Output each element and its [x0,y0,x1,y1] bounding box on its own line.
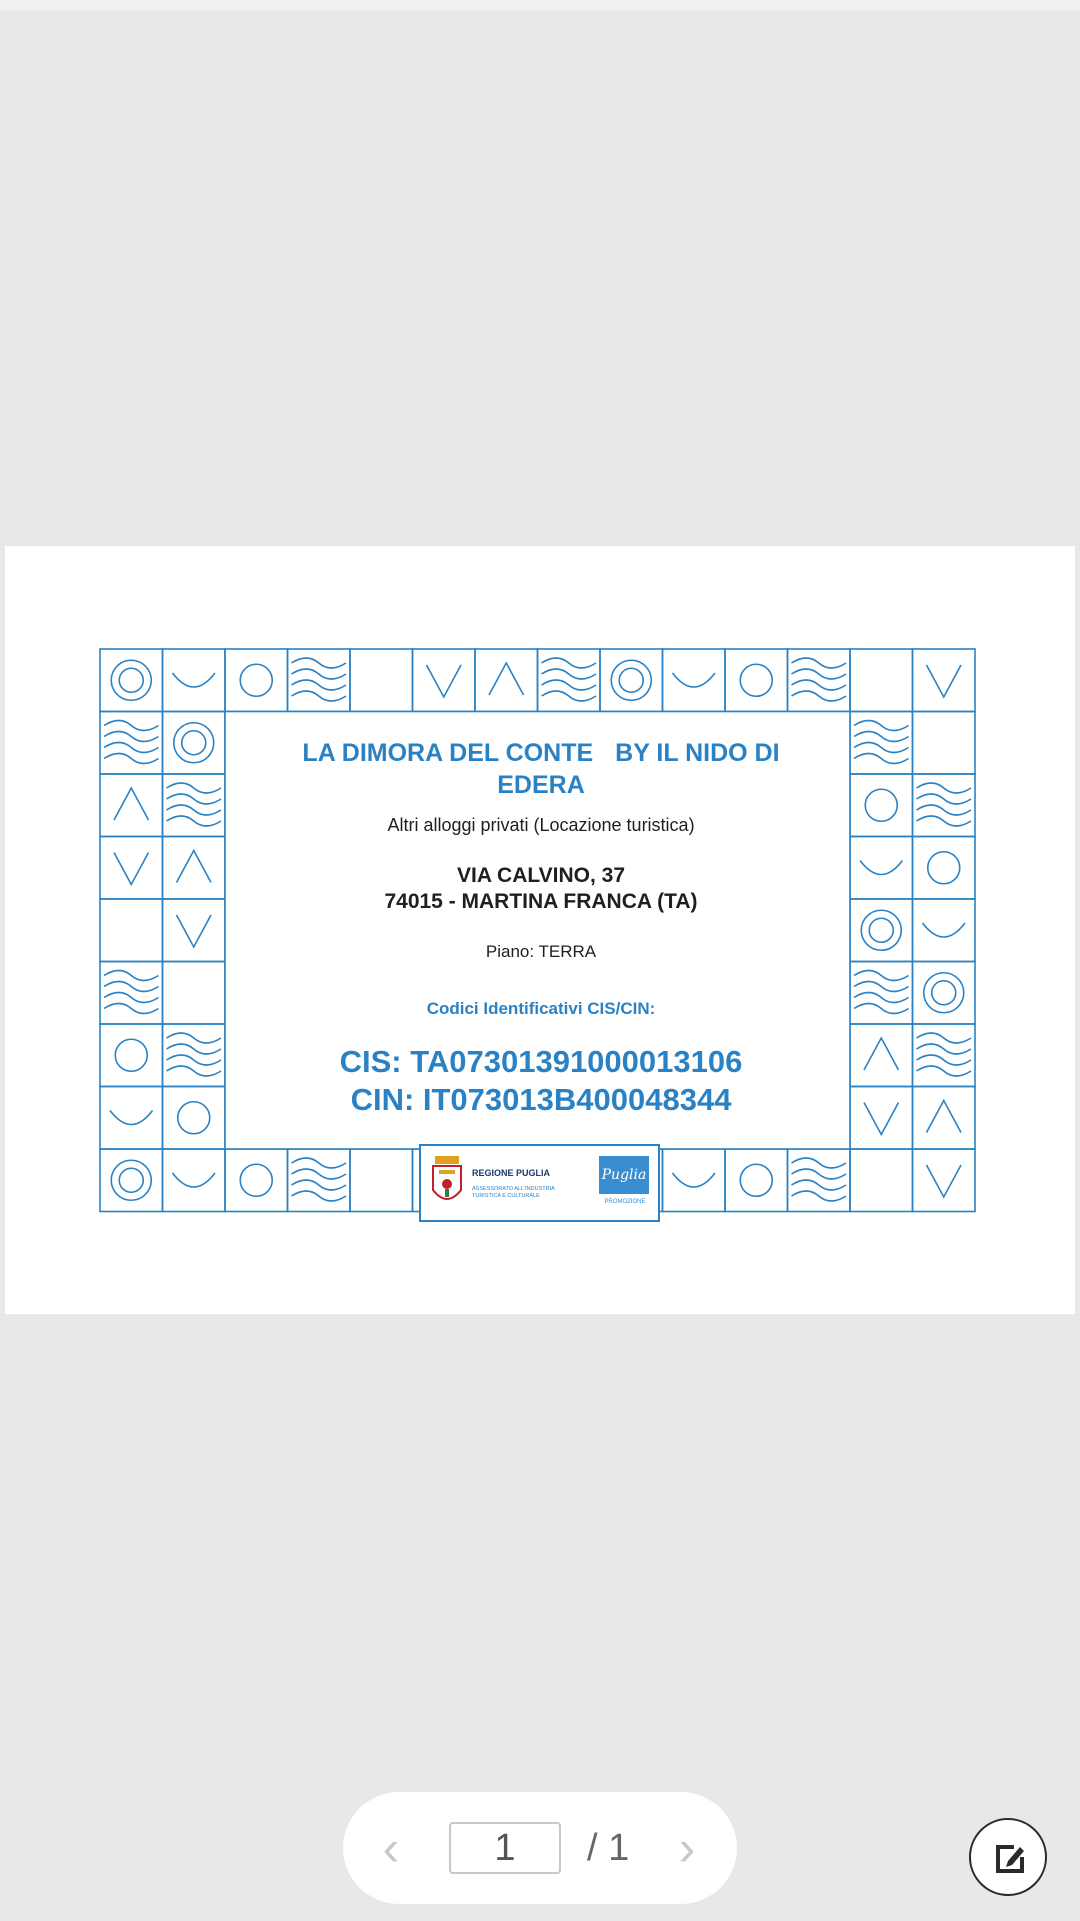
document-page: LA DIMORA DEL CONTE BY IL NIDO DI EDERA A… [5,546,1075,1314]
puglia-promozione-subtitle: PROMOZIONE [604,1199,646,1205]
page-navigator: ‹ / 1 › [343,1792,737,1904]
puglia-promozione-logo: Puglia [599,1156,649,1194]
edit-button[interactable] [969,1818,1047,1896]
regione-puglia-subtitle: ASSESSORATO ALL'INDUSTRIA TURISTICA E CU… [472,1186,555,1199]
chevron-right-icon[interactable]: › [667,1822,707,1874]
edit-pen-icon [996,1845,1024,1873]
document-content: LA DIMORA DEL CONTE BY IL NIDO DI EDERA A… [226,709,856,1127]
page-total: / 1 [587,1827,630,1869]
codes-label: Codici Identificativi CIS/CIN: [426,999,656,1018]
top-status-strip [0,0,1080,10]
floor-info: Piano: TERRA [485,942,597,961]
page-number-input[interactable] [449,1822,561,1874]
address-city: 74015 - MARTINA FRANCA (TA) [384,890,698,913]
title-part-1: LA DIMORA DEL CONTE [302,739,594,767]
regione-puglia-crest-icon [432,1156,462,1200]
title-part-2: BY IL NIDO DI [615,739,780,767]
address-street: VIA CALVINO, 37 [456,864,626,887]
title-part-3: EDERA [497,771,585,799]
accommodation-type: Altri alloggi privati (Locazione turisti… [387,815,695,835]
sponsor-logos: REGIONE PUGLIA ASSESSORATO ALL'INDUSTRIA… [419,1144,660,1222]
property-title: LA DIMORA DEL CONTE BY IL NIDO DI EDERA [226,737,856,801]
regione-puglia-name: REGIONE PUGLIA [472,1168,551,1178]
chevron-left-icon[interactable]: ‹ [371,1822,411,1874]
address: VIA CALVINO, 37 74015 - MARTINA FRANCA (… [226,863,856,915]
cis-code: CIS: TA07301391000013106 [339,1044,743,1079]
cin-code: CIN: IT073013B400048344 [350,1082,732,1117]
